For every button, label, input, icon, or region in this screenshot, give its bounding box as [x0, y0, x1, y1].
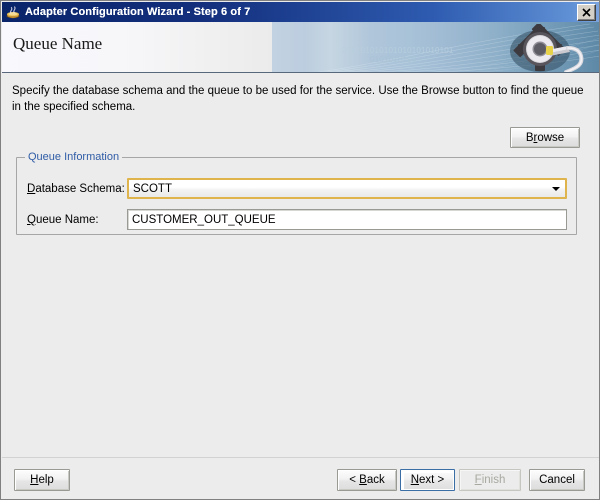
cancel-button[interactable]: Cancel — [529, 469, 585, 491]
help-button[interactable]: Help — [14, 469, 70, 491]
window-title: Adapter Configuration Wizard - Step 6 of… — [25, 6, 251, 18]
wizard-content-area: Specify the database schema and the queu… — [2, 74, 599, 457]
finish-button-label: Finish — [474, 474, 506, 486]
wizard-cup-icon — [5, 4, 21, 20]
database-schema-label: Database Schema: — [27, 183, 125, 195]
finish-button: Finish — [459, 469, 521, 491]
browse-button-label: Browse — [525, 131, 565, 144]
queue-name-value: CUSTOMER_OUT_QUEUE — [132, 213, 276, 226]
queue-information-group-title: Queue Information — [25, 151, 123, 163]
database-schema-combobox[interactable]: SCOTT — [127, 178, 567, 199]
gear-wrench-icon — [510, 24, 584, 72]
chevron-down-glyph — [552, 186, 560, 191]
next-button-label: Next > — [410, 474, 445, 486]
next-button[interactable]: Next > — [400, 469, 455, 491]
close-icon — [578, 5, 595, 20]
back-button-label: < Back — [349, 474, 385, 486]
help-button-label: Help — [30, 474, 54, 486]
chevron-down-icon[interactable] — [547, 180, 565, 197]
wizard-footer: Help < Back Next > Finish Cancel — [2, 457, 599, 499]
close-button[interactable] — [577, 3, 596, 21]
queue-name-input[interactable]: CUSTOMER_OUT_QUEUE — [127, 209, 567, 230]
window-titlebar: Adapter Configuration Wizard - Step 6 of… — [2, 2, 599, 22]
wizard-banner: 010101010101010101010101 0101010100 Queu… — [2, 22, 599, 73]
database-schema-value: SCOTT — [133, 182, 172, 195]
queue-name-label: Queue Name: — [27, 214, 99, 226]
queue-information-group: Queue Information Database Schema: SCOTT… — [16, 151, 577, 235]
cancel-button-label: Cancel — [539, 474, 575, 486]
page-description: Specify the database schema and the queu… — [12, 85, 584, 113]
page-title: Queue Name — [13, 34, 103, 53]
browse-button[interactable]: Browse — [510, 127, 580, 148]
back-button[interactable]: < Back — [337, 469, 397, 491]
adapter-configuration-wizard-window: Adapter Configuration Wizard - Step 6 of… — [0, 0, 600, 500]
